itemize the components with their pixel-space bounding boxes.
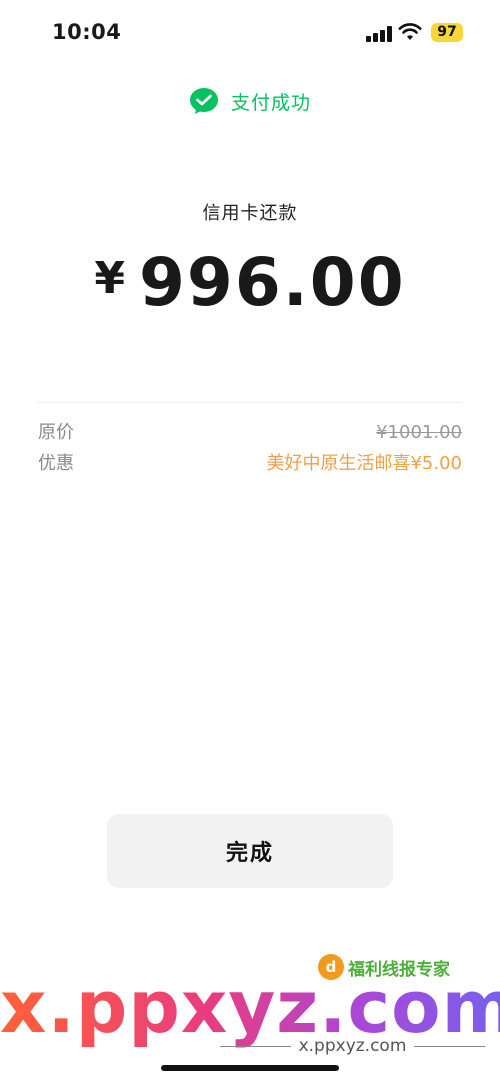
- original-price-label: 原价: [38, 422, 74, 443]
- watermark-small-text: x.ppxyz.com: [220, 1036, 485, 1056]
- divider: [38, 402, 462, 403]
- currency-symbol: ¥: [94, 253, 125, 304]
- payment-amount: ¥ 996.00: [0, 244, 500, 321]
- discount-row: 优惠 美好中原生活邮喜¥5.00: [38, 451, 462, 477]
- status-bar: 10:04 97: [0, 0, 500, 66]
- payment-success-header: 支付成功: [0, 86, 500, 116]
- merchant-name: 信用卡还款: [202, 203, 298, 224]
- payment-success-text: 支付成功: [230, 91, 311, 114]
- battery-indicator: 97: [431, 23, 463, 42]
- discount-label: 优惠: [38, 453, 74, 474]
- discount-value: 美好中原生活邮喜¥5.00: [266, 453, 462, 474]
- original-price-row: 原价 ¥1001.00: [38, 420, 462, 446]
- wechat-pay-check-icon: [189, 88, 218, 114]
- original-price-value: ¥1001.00: [376, 422, 462, 443]
- cellular-signal-icon: [366, 26, 392, 42]
- wifi-icon: [398, 23, 422, 40]
- status-time: 10:04: [52, 20, 122, 44]
- done-button[interactable]: 完成: [107, 814, 393, 888]
- amount-value: 996.00: [138, 244, 406, 321]
- home-indicator[interactable]: [161, 1065, 339, 1071]
